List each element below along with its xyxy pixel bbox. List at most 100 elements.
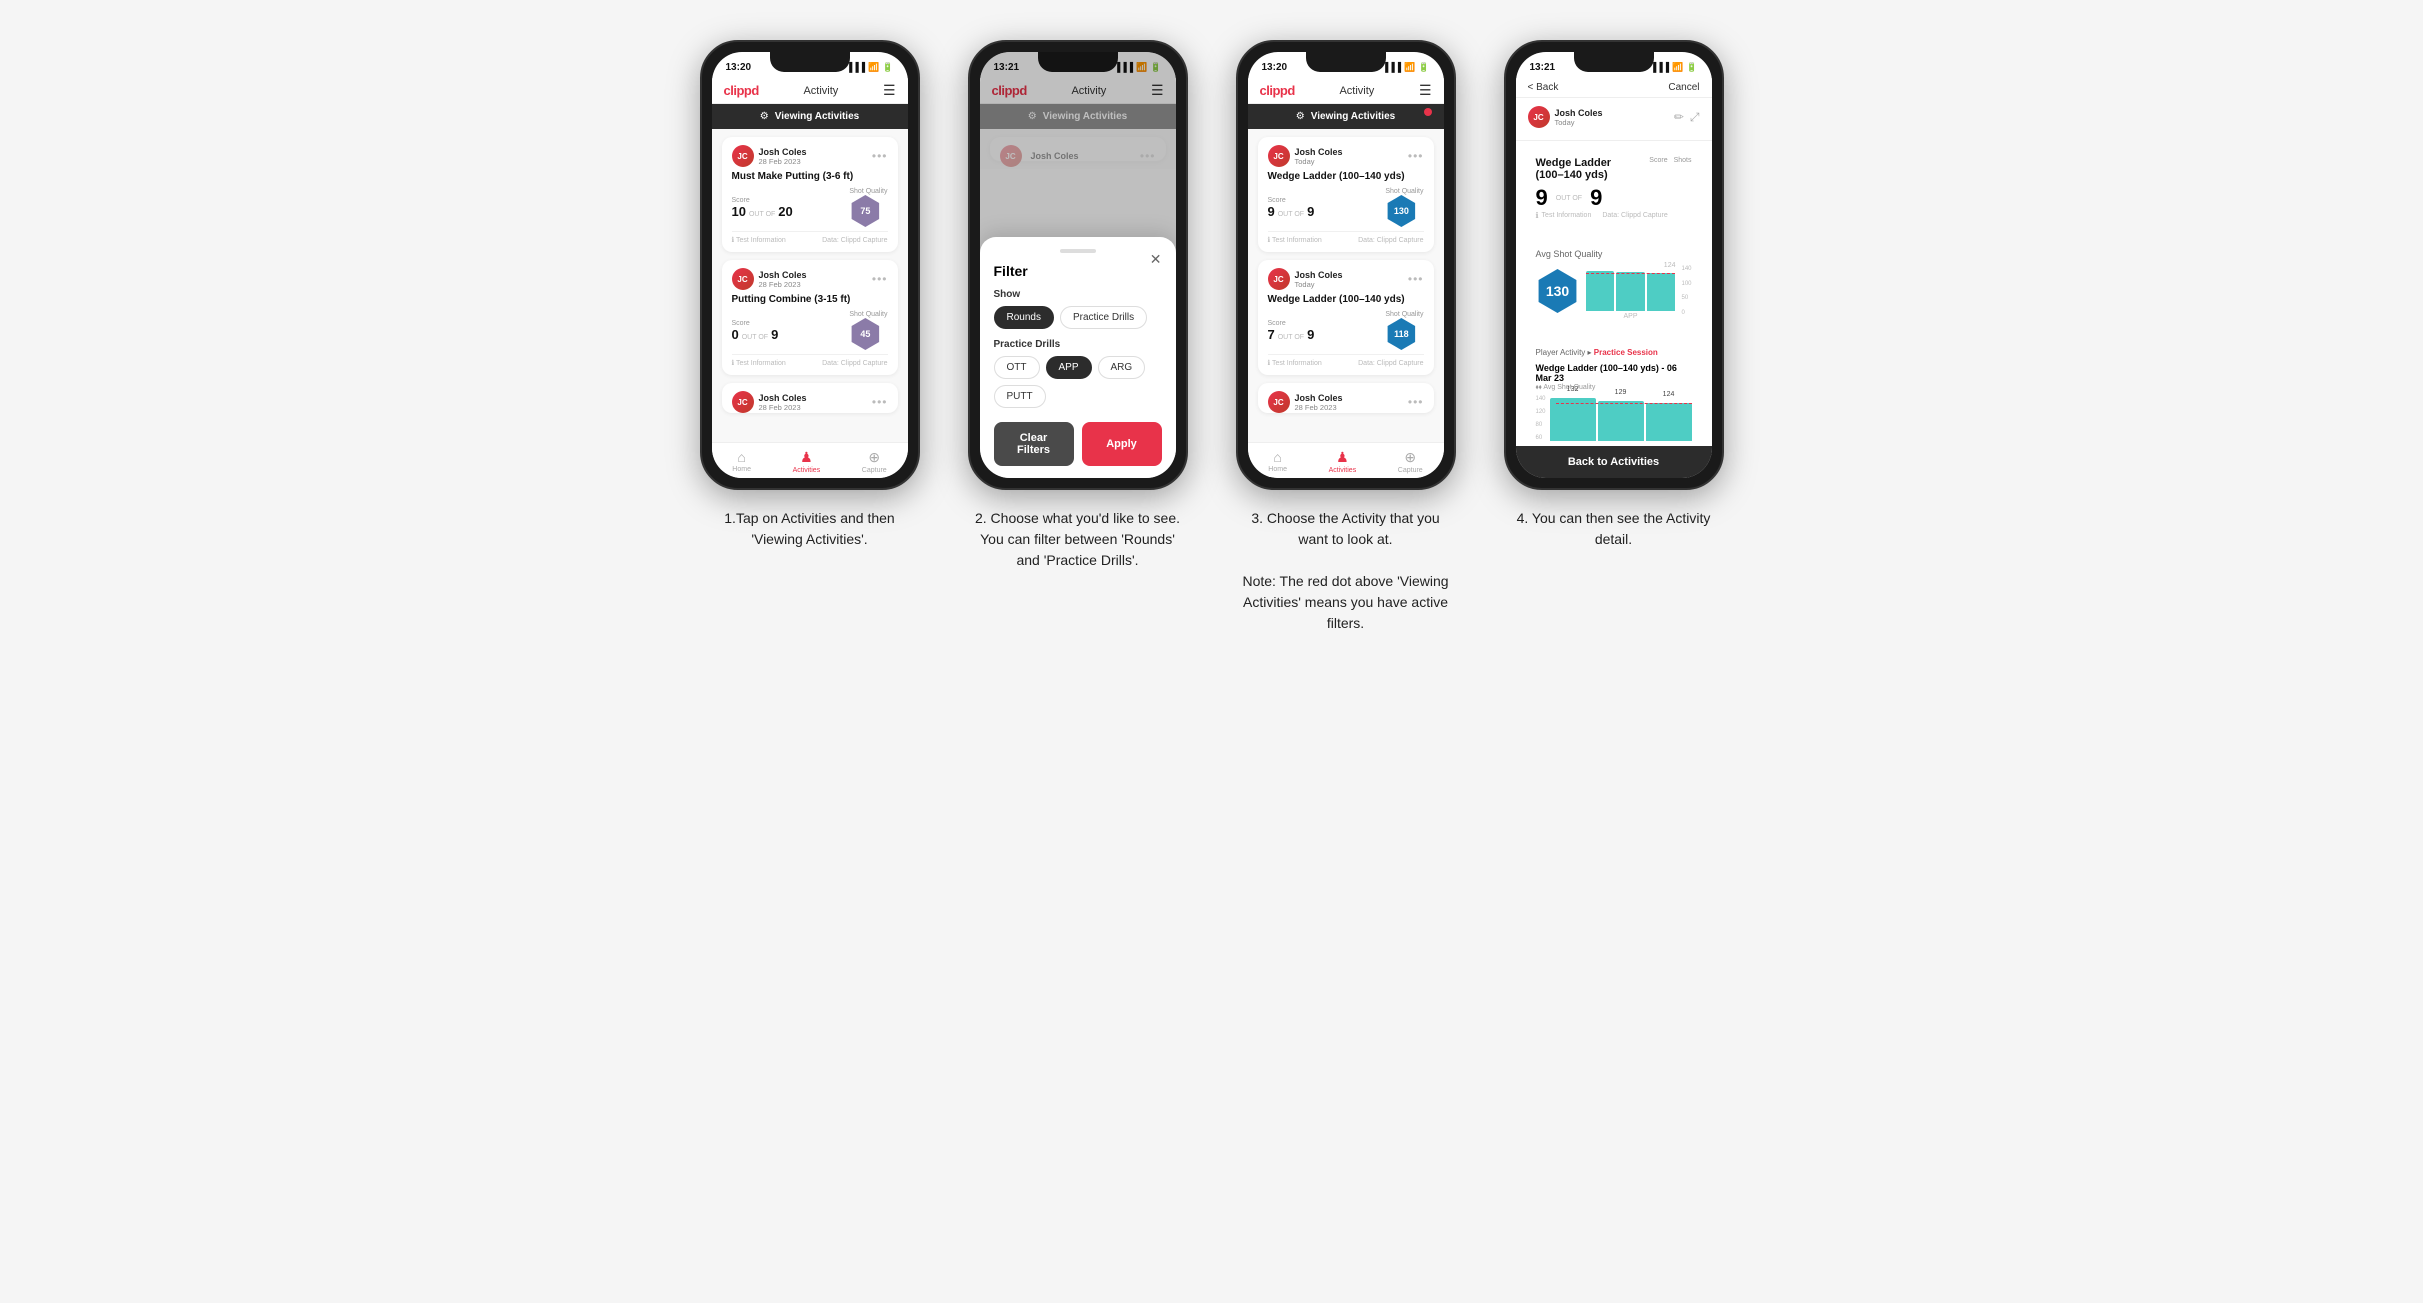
footer-data-1-1: Data: Clippd Capture <box>822 236 887 244</box>
stat-sq-3-2: Shot Quality 118 <box>1385 311 1423 350</box>
pill-putt-2[interactable]: PUTT <box>994 385 1046 408</box>
bar2-4-1: 132 <box>1550 398 1596 441</box>
tab-activities-3[interactable]: ♟ Activities <box>1329 449 1357 474</box>
pill-ott-2[interactable]: OTT <box>994 356 1040 379</box>
cancel-button-4[interactable]: Cancel <box>1668 82 1699 93</box>
tab-home-3[interactable]: ⌂ Home <box>1268 449 1287 474</box>
activities-icon-1: ♟ <box>800 449 813 466</box>
hexagon-big-4: 130 <box>1536 269 1580 313</box>
outof-1-2: OUT OF <box>742 334 768 341</box>
chart-title-4: Avg Shot Quality <box>1536 249 1603 259</box>
activity-card-1-1[interactable]: JC Josh Coles 28 Feb 2023 ••• Must Make … <box>722 137 898 252</box>
phone-frame-2: 13:21 ▐▐▐ 📶 🔋 clippd Activity ☰ ⚙ Viewin… <box>968 40 1188 490</box>
footer-data-1-2: Data: Clippd Capture <box>822 359 887 367</box>
card-header-1-1: JC Josh Coles 28 Feb 2023 ••• <box>732 145 888 167</box>
status-time-3: 13:20 <box>1262 62 1288 73</box>
card-footer-3-2: ℹ Test Information Data: Clippd Capture <box>1268 354 1424 367</box>
score-label-1-1: Score <box>732 197 793 204</box>
nav-bar-3: clippd Activity ☰ <box>1248 78 1444 104</box>
phone-screen-1: 13:20 ▐▐▐ 📶 🔋 clippd Activity ☰ ⚙ Vi <box>712 52 908 478</box>
status-icons-4: ▐▐▐ 📶 🔋 <box>1650 62 1698 73</box>
menu-icon-1[interactable]: ☰ <box>883 82 896 99</box>
dots-3-3[interactable]: ••• <box>1408 395 1424 409</box>
menu-icon-3[interactable]: ☰ <box>1419 82 1432 99</box>
user-date-3-2: Today <box>1295 280 1343 289</box>
phone-notch-1 <box>770 52 850 72</box>
footer-info-3-2: ℹ Test Information <box>1268 359 1322 367</box>
dots-1-3[interactable]: ••• <box>872 395 888 409</box>
activity-card-1-3[interactable]: JC Josh Coles 28 Feb 2023 ••• <box>722 383 898 413</box>
expand-icon-4[interactable]: ⤢ <box>1690 110 1700 125</box>
chart-with-hex-4: 130 124 <box>1536 262 1692 320</box>
viewing-bar-1[interactable]: ⚙ Viewing Activities <box>712 104 908 129</box>
modal-handle-2 <box>1060 249 1096 253</box>
activity-card-3-2[interactable]: JC Josh Coles Today ••• Wedge Ladder (10… <box>1258 260 1434 375</box>
score-value-3-2: 7 <box>1268 327 1275 342</box>
score-section-4: Wedge Ladder (100–140 yds) Score Shots 9… <box>1528 149 1700 228</box>
pill-app-2[interactable]: APP <box>1046 356 1092 379</box>
pill-rounds-2[interactable]: Rounds <box>994 306 1054 329</box>
tab-capture-3[interactable]: ⊕ Capture <box>1398 449 1423 474</box>
drill-title-4: Wedge Ladder (100–140 yds) <box>1536 157 1642 181</box>
y-label-50-4: 50 <box>1681 295 1691 301</box>
score-row-4: 9 OUT OF 9 <box>1536 185 1692 211</box>
bars-2-4: 140 120 80 60 132 129 <box>1536 396 1692 441</box>
user-date-1-3: 28 Feb 2023 <box>759 403 807 412</box>
wifi-icon-3: 📶 <box>1404 62 1415 73</box>
test-info-4: Test Information <box>1542 212 1592 219</box>
user-info-4: Josh Coles Today <box>1555 108 1603 127</box>
detail-header-4: JC Josh Coles Today ✏ ⤢ <box>1516 98 1712 141</box>
score-value-3-1: 9 <box>1268 204 1275 219</box>
capture-icon-3: ⊕ <box>1404 449 1416 466</box>
activity-card-3-3[interactable]: JC Josh Coles 28 Feb 2023 ••• <box>1258 383 1434 413</box>
card-stats-1-1: Score 10 OUT OF 20 Shot Quality <box>732 188 888 227</box>
score-label-1-2: Score <box>732 320 779 327</box>
dots-3-2[interactable]: ••• <box>1408 272 1424 286</box>
dots-3-1[interactable]: ••• <box>1408 149 1424 163</box>
activity-card-1-2[interactable]: JC Josh Coles 28 Feb 2023 ••• Putting Co… <box>722 260 898 375</box>
edit-icon-4[interactable]: ✏ <box>1674 110 1684 125</box>
wifi-icon-4: 📶 <box>1672 62 1683 73</box>
user-date-3-1: Today <box>1295 157 1343 166</box>
score-value-1-1: 10 <box>732 204 746 219</box>
info-icon-4: ℹ <box>1536 211 1539 220</box>
battery-icon-4: 🔋 <box>1686 62 1697 73</box>
data-capture-4: Data: Clippd Capture <box>1602 212 1667 219</box>
card-header-3-1: JC Josh Coles Today ••• <box>1268 145 1424 167</box>
shots-value-1-1: 20 <box>778 204 792 219</box>
hexagon-3-1: 130 <box>1385 195 1417 227</box>
home-icon-3: ⌂ <box>1273 449 1281 465</box>
session-label-4: Player Activity ▸ Practice Session <box>1536 348 1658 357</box>
dots-1-1[interactable]: ••• <box>872 149 888 163</box>
apply-button-2[interactable]: Apply <box>1082 422 1162 466</box>
tab-activities-1[interactable]: ♟ Activities <box>793 449 821 474</box>
info-row-4: ℹ Test Information Data: Clippd Capture <box>1536 211 1692 220</box>
pill-drills-2[interactable]: Practice Drills <box>1060 306 1147 329</box>
capture-icon-1: ⊕ <box>868 449 880 466</box>
tab-home-1[interactable]: ⌂ Home <box>732 449 751 474</box>
activity-card-3-1[interactable]: JC Josh Coles Today ••• Wedge Ladder (10… <box>1258 137 1434 252</box>
score-row-3-1: 9 OUT OF 9 <box>1268 204 1315 219</box>
sq-label-3-2: Shot Quality <box>1385 311 1423 318</box>
phone-screen-4: 13:21 ▐▐▐ 📶 🔋 < Back Cancel <box>1516 52 1712 478</box>
back-button-4[interactable]: < Back <box>1528 82 1559 93</box>
chart-line-label-4: 124 <box>1586 262 1676 269</box>
back-to-activities-4[interactable]: Back to Activities <box>1516 446 1712 478</box>
card-user-1-2: JC Josh Coles 28 Feb 2023 <box>732 268 807 290</box>
dots-1-2[interactable]: ••• <box>872 272 888 286</box>
card-user-1-3: JC Josh Coles 28 Feb 2023 <box>732 391 807 413</box>
modal-close-2[interactable]: ✕ <box>1150 251 1162 268</box>
clear-filters-button-2[interactable]: Clear Filters <box>994 422 1074 466</box>
avatar-3-3: JC <box>1268 391 1290 413</box>
phone-col-1: 13:20 ▐▐▐ 📶 🔋 clippd Activity ☰ ⚙ Vi <box>690 40 930 550</box>
footer-info-3-1: ℹ Test Information <box>1268 236 1322 244</box>
pill-arg-2[interactable]: ARG <box>1098 356 1146 379</box>
user-info-1-3: Josh Coles 28 Feb 2023 <box>759 393 807 412</box>
viewing-bar-3[interactable]: ⚙ Viewing Activities <box>1248 104 1444 129</box>
hexagon-1-2: 45 <box>849 318 881 350</box>
activities-icon-3: ♟ <box>1336 449 1349 466</box>
nav-title-1: Activity <box>803 85 838 97</box>
tab-capture-1[interactable]: ⊕ Capture <box>862 449 887 474</box>
chart-section-4: Avg Shot Quality 130 124 <box>1528 236 1700 328</box>
modal-footer-2: Clear Filters Apply <box>994 422 1162 466</box>
